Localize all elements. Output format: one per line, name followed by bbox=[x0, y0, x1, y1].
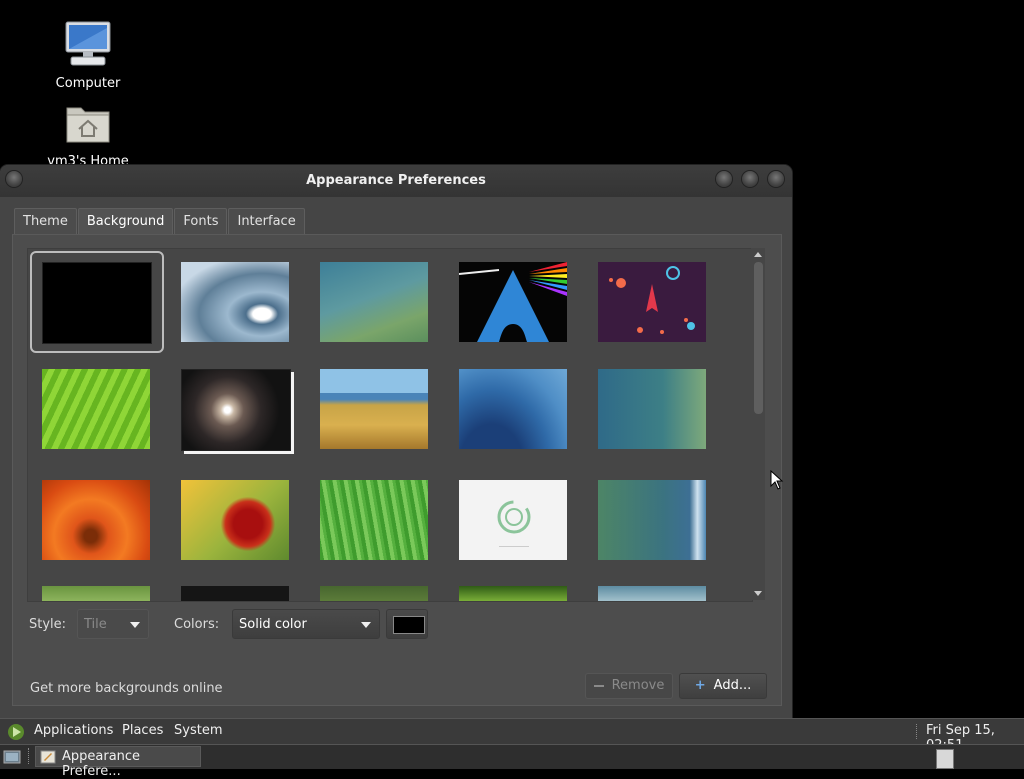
tab-background[interactable]: Background bbox=[77, 208, 174, 235]
menu-system[interactable]: System bbox=[174, 723, 222, 738]
window-title: Appearance Preferences bbox=[306, 173, 486, 188]
style-combo[interactable]: Tile bbox=[77, 609, 149, 639]
menu-applications[interactable]: Applications bbox=[34, 723, 113, 738]
show-desktop-icon[interactable] bbox=[3, 749, 21, 765]
desktop-icon-label: Computer bbox=[55, 76, 121, 91]
wallpaper-red-flower[interactable] bbox=[181, 480, 289, 560]
logo-graphic bbox=[497, 500, 531, 547]
bottom-panel: Appearance Prefere... bbox=[0, 744, 1024, 779]
wallpaper-space-rocket[interactable] bbox=[598, 262, 706, 342]
plus-icon: + bbox=[694, 678, 706, 693]
window-titlebar[interactable]: Appearance Preferences bbox=[0, 165, 792, 197]
maximize-button[interactable] bbox=[742, 171, 758, 187]
style-label: Style: bbox=[29, 617, 67, 632]
colors-combo[interactable]: Solid color bbox=[232, 609, 380, 639]
wallpaper-blue-light[interactable] bbox=[598, 586, 706, 601]
desktop-icon-home[interactable]: vm3's Home bbox=[28, 102, 148, 169]
wallpaper-dark[interactable] bbox=[181, 586, 289, 601]
computer-icon bbox=[65, 21, 111, 66]
gallery-scrollbar[interactable] bbox=[751, 248, 765, 600]
scrollbar-thumb[interactable] bbox=[754, 262, 763, 414]
wallpaper-blue-green-gradient[interactable] bbox=[320, 262, 428, 342]
minus-icon bbox=[593, 684, 604, 687]
panel-separator bbox=[916, 724, 919, 739]
wallpaper-green-drops[interactable] bbox=[459, 586, 567, 601]
wallpaper-solid-black[interactable] bbox=[42, 262, 152, 344]
add-button[interactable]: + Add... bbox=[679, 673, 767, 699]
wallpaper-water-drop[interactable] bbox=[181, 262, 289, 342]
chevron-down-icon bbox=[361, 622, 371, 628]
wallpaper-green-blur[interactable] bbox=[320, 586, 428, 601]
wallpaper-orange-flower[interactable] bbox=[42, 480, 150, 560]
style-value: Tile bbox=[84, 617, 107, 632]
wallpaper-spiral-galaxy[interactable] bbox=[181, 369, 291, 451]
add-label: Add... bbox=[713, 678, 752, 693]
minimize-button[interactable] bbox=[716, 171, 732, 187]
mouse-cursor-icon bbox=[770, 470, 784, 490]
workspace-switcher[interactable] bbox=[936, 749, 954, 769]
tab-bar: Theme Background Fonts Interface bbox=[14, 208, 306, 235]
appearance-app-icon bbox=[40, 750, 56, 764]
chevron-down-icon bbox=[130, 622, 140, 628]
applications-menu-icon[interactable] bbox=[7, 723, 25, 741]
arch-logo-graphic bbox=[459, 262, 567, 342]
wallpaper-gallery[interactable] bbox=[27, 248, 753, 602]
remove-button[interactable]: Remove bbox=[585, 673, 673, 699]
top-panel: Applications Places System Fri Sep 15, 0… bbox=[0, 718, 1024, 753]
color-picker-button[interactable] bbox=[386, 609, 428, 639]
tab-fonts[interactable]: Fonts bbox=[174, 208, 228, 235]
close-button[interactable] bbox=[768, 171, 784, 187]
home-folder-icon bbox=[66, 107, 110, 143]
scroll-down-arrow-icon[interactable] bbox=[754, 591, 762, 596]
taskbar-button-appearance[interactable]: Appearance Prefere... bbox=[35, 746, 201, 779]
colors-value: Solid color bbox=[239, 617, 307, 632]
wallpaper-beach-grass[interactable] bbox=[320, 369, 428, 449]
wallpaper-green-leaf[interactable] bbox=[42, 369, 150, 449]
more-backgrounds-link[interactable]: Get more backgrounds online bbox=[30, 681, 223, 696]
wallpaper-white-logo[interactable] bbox=[459, 480, 567, 560]
appearance-preferences-window: Appearance Preferences Theme Background … bbox=[0, 165, 792, 718]
tab-theme[interactable]: Theme bbox=[14, 208, 77, 235]
background-panel: Style: Tile Colors: Solid color Get more… bbox=[12, 234, 782, 706]
menu-places[interactable]: Places bbox=[122, 723, 163, 738]
wallpaper-green-grass[interactable] bbox=[320, 480, 428, 560]
panel-separator bbox=[28, 748, 31, 764]
colors-label: Colors: bbox=[174, 617, 220, 632]
space-rocket-graphic bbox=[609, 266, 695, 334]
desktop-icon-computer[interactable]: Computer bbox=[28, 20, 148, 91]
wallpaper-teal-bubbles[interactable] bbox=[598, 369, 706, 449]
tab-interface[interactable]: Interface bbox=[228, 208, 305, 235]
wallpaper-purple-flowers[interactable] bbox=[42, 586, 150, 601]
scroll-up-arrow-icon[interactable] bbox=[754, 252, 762, 257]
wallpaper-blue-waves[interactable] bbox=[459, 369, 567, 449]
remove-label: Remove bbox=[611, 678, 665, 693]
wallpaper-arch-prism[interactable] bbox=[459, 262, 567, 342]
color-swatch bbox=[393, 616, 425, 634]
taskbar-label: Appearance Prefere... bbox=[62, 749, 141, 779]
wallpaper-teal-curve[interactable] bbox=[598, 480, 706, 560]
